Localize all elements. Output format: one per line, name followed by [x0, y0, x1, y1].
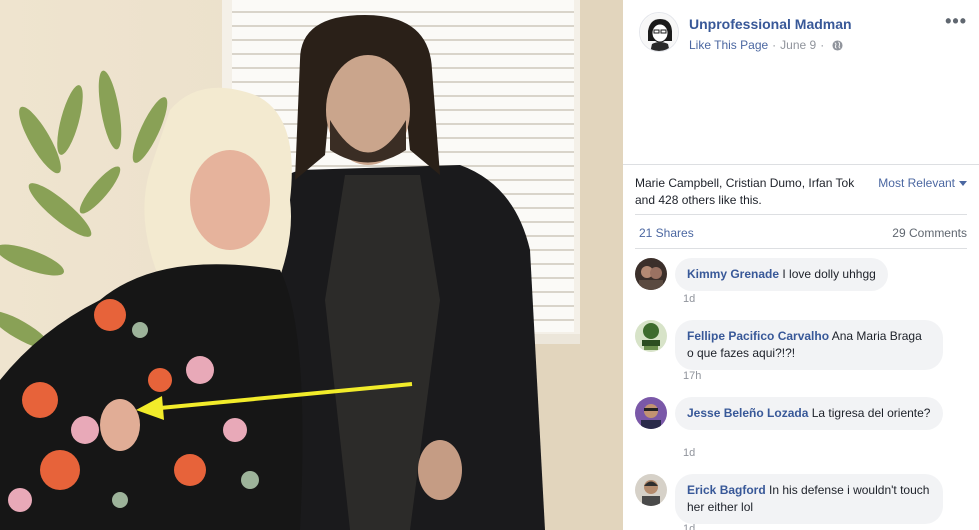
madman-avatar-icon [640, 13, 678, 51]
commenter-avatar[interactable] [635, 474, 667, 506]
shares-link[interactable]: 21 Shares [639, 226, 694, 240]
avatar-image [635, 258, 667, 290]
photo-illustration [0, 0, 623, 530]
comment-author[interactable]: Fellipe Pacifico Carvalho [687, 329, 829, 343]
comment-item: Kimmy Grenade I love dolly uhhgg 1d [635, 258, 967, 308]
comment-time[interactable]: 17h [683, 370, 701, 382]
comment-author[interactable]: Erick Bagford [687, 483, 766, 497]
post-side-panel: Unprofessional Madman Like This Page · J… [623, 0, 979, 530]
meta-separator: · [772, 38, 777, 52]
caret-down-icon [959, 181, 967, 187]
globe-icon[interactable] [832, 39, 843, 51]
comment-time[interactable]: 1d [683, 447, 695, 459]
comment-item: Erick Bagford In his defense i wouldn't … [635, 474, 967, 530]
commenter-avatar[interactable] [635, 258, 667, 290]
post-photo[interactable] [0, 0, 623, 530]
comment-text: I love dolly uhhgg [782, 267, 876, 281]
comments-count-link[interactable]: 29 Comments [892, 226, 967, 240]
post-date[interactable]: June 9 [780, 38, 816, 52]
comment-bubble: Fellipe Pacifico Carvalho Ana Maria Brag… [675, 320, 943, 370]
page-avatar[interactable] [639, 12, 679, 52]
comment-author[interactable]: Kimmy Grenade [687, 267, 779, 281]
page-name-link[interactable]: Unprofessional Madman [689, 16, 852, 32]
post-header: Unprofessional Madman Like This Page · J… [623, 0, 979, 60]
avatar-image [635, 474, 667, 506]
comment-item: Fellipe Pacifico Carvalho Ana Maria Brag… [635, 320, 967, 384]
divider [623, 164, 979, 165]
avatar-image [635, 320, 667, 352]
comment-sort-dropdown[interactable]: Most Relevant [878, 176, 967, 190]
comment-author[interactable]: Jesse Beleño Lozada [687, 406, 808, 420]
like-page-link[interactable]: Like This Page [689, 38, 768, 52]
divider [635, 214, 967, 215]
comment-text: La tigresa del oriente? [811, 406, 931, 420]
meta-separator-2: · [820, 38, 825, 52]
avatar-image [635, 397, 667, 429]
comment-bubble: Erick Bagford In his defense i wouldn't … [675, 474, 943, 524]
comment-time[interactable]: 1d [683, 523, 695, 530]
comment-bubble: Jesse Beleño Lozada La tigresa del orien… [675, 397, 943, 430]
commenter-avatar[interactable] [635, 397, 667, 429]
comment-item: Jesse Beleño Lozada La tigresa del orien… [635, 397, 967, 461]
divider [635, 248, 967, 249]
comment-bubble: Kimmy Grenade I love dolly uhhgg [675, 258, 888, 291]
comment-time[interactable]: 1d [683, 293, 695, 305]
more-horizontal-icon[interactable]: ••• [945, 12, 967, 30]
commenter-avatar[interactable] [635, 320, 667, 352]
comment-sort-label: Most Relevant [878, 176, 955, 190]
post-meta: Like This Page · June 9 · [689, 38, 843, 52]
likes-summary[interactable]: Marie Campbell, Cristian Dumo, Irfan Tok… [635, 175, 865, 209]
